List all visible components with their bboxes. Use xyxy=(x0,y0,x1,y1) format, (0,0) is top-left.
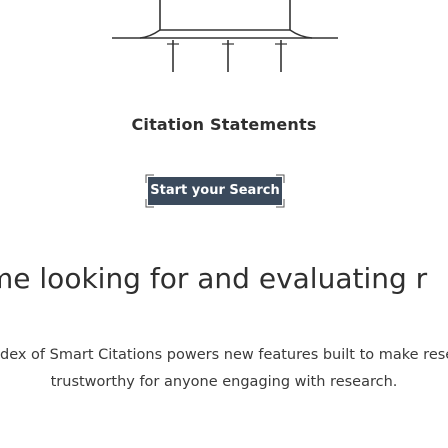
hero-description: dex of Smart Citations powers new featur… xyxy=(0,342,448,396)
description-line-1: dex of Smart Citations powers new featur… xyxy=(0,347,448,363)
start-search-cta: Start your Search xyxy=(144,173,286,209)
start-search-button[interactable]: Start your Search xyxy=(148,177,282,205)
description-line-2: trustworthy for anyone engaging with res… xyxy=(50,374,398,390)
hero-headline: me looking for and evaluating r xyxy=(0,262,428,295)
page: Citation Statements Start your Search me… xyxy=(0,0,448,448)
feature-title: Citation Statements xyxy=(131,115,317,134)
document-stack-illustration xyxy=(112,0,338,72)
